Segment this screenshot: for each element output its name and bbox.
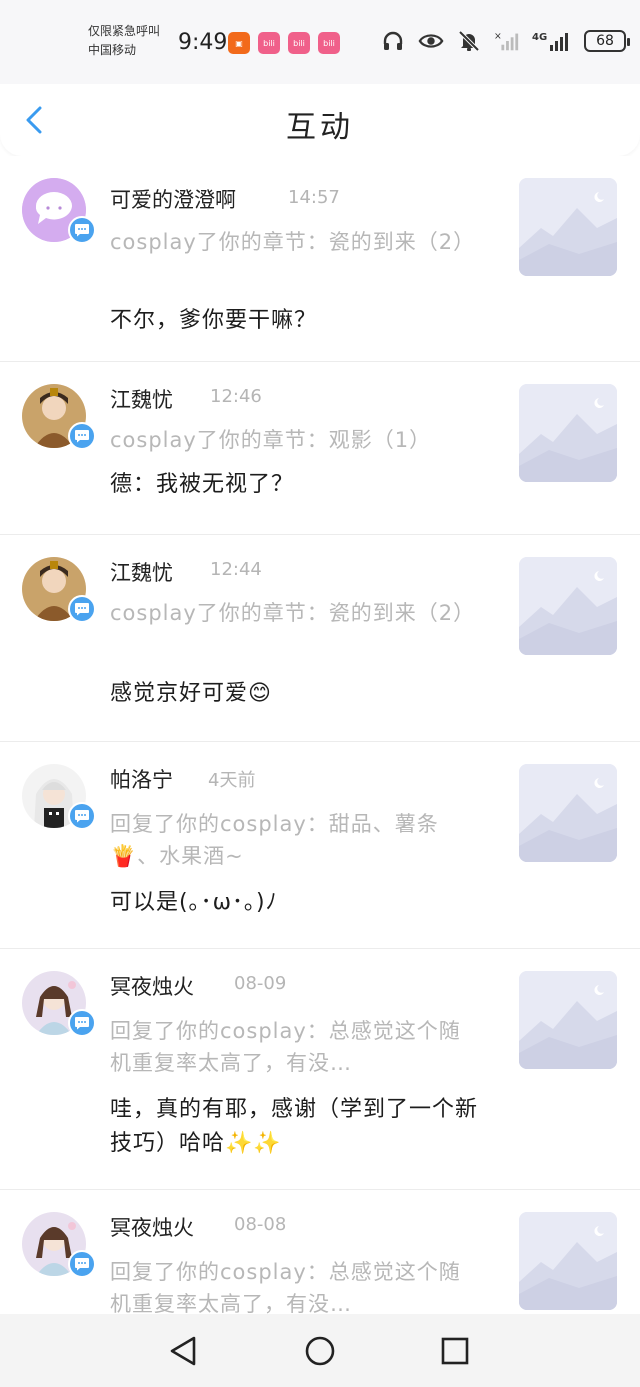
headphones-icon <box>380 28 406 54</box>
status-bar: 仅限紧急呼叫 中国移动 9:49 ▣ bili bili bili × 4G 6… <box>0 0 640 84</box>
triangle-back-icon <box>170 1336 196 1366</box>
list-item[interactable]: 江魏忧 12:44 cosplay了你的章节：瓷的到来（2） 感觉京好可爱😊 <box>0 535 640 742</box>
bilibili-icon: bili <box>258 32 280 54</box>
avatar[interactable] <box>22 1212 96 1278</box>
timestamp: 08-08 <box>234 1214 287 1235</box>
chapter-thumbnail[interactable] <box>519 971 617 1069</box>
battery-level: 68 <box>596 33 614 49</box>
list-item[interactable]: 冥夜烛火 08-09 回复了你的cosplay：总感觉这个随机重复率太高了，有没… <box>0 949 640 1190</box>
user-name[interactable]: 冥夜烛火 <box>110 971 194 1001</box>
comment-badge-icon <box>68 595 96 623</box>
quoted-content[interactable]: cosplay了你的章节：观影（1） <box>110 424 475 456</box>
quoted-content[interactable]: 回复了你的cosplay：总感觉这个随机重复率太高了，有没… <box>110 1015 475 1079</box>
orange-app-icon: ▣ <box>228 32 250 54</box>
timestamp: 14:57 <box>288 187 340 208</box>
comment-text[interactable]: 德：我被无视了？ <box>110 468 490 502</box>
avatar[interactable] <box>22 971 96 1037</box>
list-item[interactable]: 帕洛宁 4天前 回复了你的cosplay：甜品、薯条🍟、水果酒~ 可以是(｡･ω… <box>0 742 640 949</box>
carrier-line-1: 仅限紧急呼叫 <box>88 24 161 38</box>
list-item[interactable]: 可爱的澄澄啊 14:57 cosplay了你的章节：瓷的到来（2） 不尔，爹你要… <box>0 156 640 362</box>
chapter-thumbnail[interactable] <box>519 1212 617 1310</box>
avatar[interactable] <box>22 764 96 830</box>
system-navigation-bar <box>0 1314 640 1387</box>
quoted-content[interactable]: 回复了你的cosplay：总感觉这个随机重复率太高了，有没… <box>110 1256 475 1314</box>
notification-app-icons: ▣ bili bili bili <box>228 32 340 54</box>
no-signal-icon: × <box>494 28 520 54</box>
timestamp: 08-09 <box>234 973 287 994</box>
placeholder-image-icon <box>519 384 617 482</box>
timestamp: 12:46 <box>210 386 262 407</box>
avatar[interactable] <box>22 557 96 623</box>
eye-icon <box>418 28 444 54</box>
cellular-signal-icon: 4G <box>532 28 572 54</box>
svg-text:×: × <box>494 31 502 42</box>
avatar[interactable] <box>22 384 96 450</box>
placeholder-image-icon <box>519 178 617 276</box>
header-bar: 互动 <box>0 84 640 156</box>
status-time: 9:49 <box>178 30 228 55</box>
timestamp: 12:44 <box>210 559 262 580</box>
list-item[interactable]: 江魏忧 12:46 cosplay了你的章节：观影（1） 德：我被无视了？ <box>0 362 640 535</box>
placeholder-image-icon <box>519 971 617 1069</box>
bilibili-icon: bili <box>318 32 340 54</box>
circle-home-icon <box>305 1336 335 1366</box>
list-item[interactable]: 冥夜烛火 08-08 回复了你的cosplay：总感觉这个随机重复率太高了，有没… <box>0 1190 640 1314</box>
chapter-thumbnail[interactable] <box>519 178 617 276</box>
page-title: 互动 <box>286 110 354 145</box>
mute-bell-icon <box>456 28 482 54</box>
comment-text[interactable]: 哇，真的有耶，感谢（学到了一个新技巧）哈哈✨✨ <box>110 1093 490 1161</box>
comment-badge-icon <box>68 1009 96 1037</box>
quoted-content[interactable]: cosplay了你的章节：瓷的到来（2） <box>110 226 475 258</box>
timestamp: 4天前 <box>208 770 256 791</box>
network-type: 4G <box>532 32 547 43</box>
comment-text[interactable]: 不尔，爹你要干嘛？ <box>110 304 490 338</box>
interaction-list: 可爱的澄澄啊 14:57 cosplay了你的章节：瓷的到来（2） 不尔，爹你要… <box>0 156 640 1314</box>
user-name[interactable]: 可爱的澄澄啊 <box>110 184 236 214</box>
placeholder-image-icon <box>519 764 617 862</box>
quoted-content[interactable]: cosplay了你的章节：瓷的到来（2） <box>110 597 475 629</box>
quoted-content[interactable]: 回复了你的cosplay：甜品、薯条🍟、水果酒~ <box>110 808 475 872</box>
carrier-info: 仅限紧急呼叫 中国移动 <box>88 22 160 60</box>
chapter-thumbnail[interactable] <box>519 557 617 655</box>
carrier-line-2: 中国移动 <box>88 43 137 57</box>
avatar[interactable] <box>22 178 96 244</box>
comment-badge-icon <box>68 422 96 450</box>
user-name[interactable]: 江魏忧 <box>110 557 173 587</box>
chapter-thumbnail[interactable] <box>519 764 617 862</box>
user-name[interactable]: 帕洛宁 <box>110 764 173 794</box>
comment-text[interactable]: 感觉京好可爱😊 <box>110 677 490 711</box>
system-recent-button[interactable] <box>438 1334 472 1368</box>
placeholder-image-icon <box>519 557 617 655</box>
comment-badge-icon <box>68 216 96 244</box>
placeholder-image-icon <box>519 1212 617 1310</box>
bilibili-icon: bili <box>288 32 310 54</box>
square-recent-icon <box>441 1337 469 1365</box>
chapter-thumbnail[interactable] <box>519 384 617 482</box>
user-name[interactable]: 江魏忧 <box>110 384 173 414</box>
comment-badge-icon <box>68 802 96 830</box>
comment-badge-icon <box>68 1250 96 1278</box>
battery-indicator: 68 <box>584 30 630 52</box>
system-home-button[interactable] <box>303 1334 337 1368</box>
comment-text[interactable]: 可以是(｡･ω･｡)ﾉ <box>110 886 490 920</box>
system-back-button[interactable] <box>166 1334 200 1368</box>
user-name[interactable]: 冥夜烛火 <box>110 1212 194 1242</box>
system-status-icons: × 4G 68 <box>380 28 630 54</box>
